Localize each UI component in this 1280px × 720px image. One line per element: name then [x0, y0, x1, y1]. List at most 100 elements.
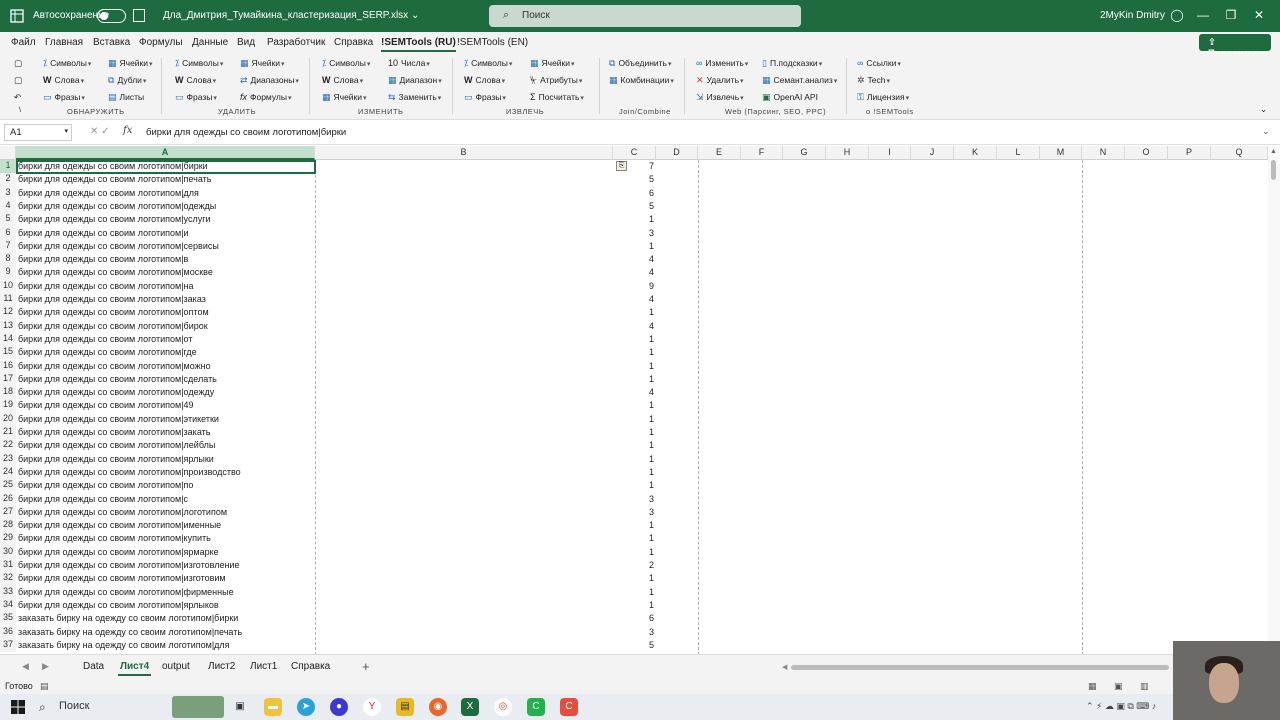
cell-c[interactable]: 1 — [614, 214, 654, 224]
save-icon[interactable] — [133, 9, 145, 22]
license-button[interactable]: ⚿ Лицензия▾ — [857, 92, 909, 103]
cell-c[interactable]: 1 — [614, 467, 654, 477]
change-numbers-button[interactable]: 10 Числа▾ — [388, 58, 430, 68]
tab-semtools-ru[interactable]: !SEMTools (RU) — [381, 37, 456, 52]
delete-ranges-button[interactable]: ⇄ Диапазоны▾ — [240, 75, 299, 86]
cell-a[interactable]: бирки для одежды со своим логотипом|моск… — [18, 267, 213, 277]
extract-attributes-button[interactable]: ⏧ Атрибуты▾ — [530, 75, 582, 86]
detect-duplicates-button[interactable]: ⧉ Дубли▾ — [108, 75, 146, 86]
formula-input[interactable]: бирки для одежды со своим логотипом|бирк… — [146, 127, 346, 138]
cell-a[interactable]: бирки для одежды со своим логотипом|имен… — [18, 520, 221, 530]
cell-a[interactable]: бирки для одежды со своим логотипом|ярлы… — [18, 600, 219, 610]
web-delete-button[interactable]: ✕ Удалить▾ — [696, 75, 744, 86]
cell-a[interactable]: бирки для одежды со своим логотипом|фирм… — [18, 587, 234, 597]
row-header[interactable]: 3 — [0, 186, 16, 200]
row-header[interactable]: 9 — [0, 266, 16, 280]
cell-c[interactable]: 1 — [614, 440, 654, 450]
cell-a[interactable]: заказать бирку на одежду со своим логоти… — [18, 640, 230, 650]
cell-c[interactable]: 1 — [614, 587, 654, 597]
cell-a[interactable]: бирки для одежды со своим логотипом|лого… — [18, 507, 227, 517]
extract-cells-button[interactable]: ▦ Ячейки▾ — [530, 58, 575, 69]
column-header-n[interactable]: N — [1082, 146, 1125, 160]
row-header[interactable]: 7 — [0, 239, 16, 254]
cell-c[interactable]: 4 — [614, 387, 654, 397]
cell-a[interactable]: бирки для одежды со своим логотипом|одеж… — [18, 387, 214, 397]
tab-formulas[interactable]: Формулы — [139, 37, 183, 48]
tab-developer[interactable]: Разработчик — [267, 37, 325, 48]
join-button[interactable]: ⧉ Объединить▾ — [609, 58, 671, 69]
cell-a[interactable]: бирки для одежды со своим логотипом|на — [18, 281, 194, 291]
delete-phrases-button[interactable]: ▭ Фразы▾ — [175, 92, 217, 103]
row-header[interactable]: 13 — [0, 319, 16, 333]
cell-a[interactable]: бирки для одежды со своим логотипом|изго… — [18, 573, 226, 583]
cell-c[interactable]: 1 — [614, 533, 654, 543]
app-icon[interactable]: ▤ — [396, 698, 414, 716]
column-header-m[interactable]: M — [1040, 146, 1082, 160]
row-header[interactable]: 15 — [0, 346, 16, 360]
scroll-thumb[interactable] — [1271, 160, 1276, 180]
cell-c[interactable]: 1 — [614, 414, 654, 424]
tab-insert[interactable]: Вставка — [93, 37, 130, 48]
vertical-scrollbar[interactable]: ▲ — [1268, 146, 1280, 654]
prev-sheet-icon[interactable]: ◀ — [22, 661, 29, 672]
task-view-icon[interactable]: ▣ — [231, 698, 249, 716]
sheet-tab-list1[interactable]: Лист1 — [250, 661, 277, 672]
file-explorer-icon[interactable]: ▬ — [264, 698, 282, 716]
checkbox-icon[interactable]: ▢ — [14, 75, 22, 86]
cell-a[interactable]: заказать бирку на одежду со своим логоти… — [18, 613, 238, 623]
row-header[interactable]: 10 — [0, 279, 16, 293]
cell-a[interactable]: бирки для одежды со своим логотипом|опто… — [18, 307, 209, 317]
cell-c[interactable]: 1 — [614, 454, 654, 464]
sheet-tab-list4[interactable]: Лист4 — [117, 661, 152, 676]
search-input[interactable]: ⌕ Поиск — [489, 5, 801, 27]
cell-a[interactable]: бирки для одежды со своим логотипом|услу… — [18, 214, 211, 224]
select-all-corner[interactable] — [0, 146, 16, 160]
sheet-tab-output[interactable]: output — [162, 661, 190, 672]
detect-phrases-button[interactable]: ▭ Фразы▾ — [43, 92, 85, 103]
row-header[interactable]: 24 — [0, 465, 16, 480]
cell-a[interactable]: бирки для одежды со своим логотипом|от — [18, 334, 192, 344]
extract-words-button[interactable]: W Слова▾ — [464, 75, 505, 85]
add-sheet-icon[interactable]: + — [362, 659, 370, 674]
firefox-icon[interactable]: ◉ — [429, 698, 447, 716]
row-header[interactable]: 19 — [0, 399, 16, 413]
cell-c[interactable]: 3 — [614, 228, 654, 238]
cell-c[interactable]: 3 — [614, 507, 654, 517]
cell-c[interactable]: 9 — [614, 281, 654, 291]
tab-view[interactable]: Вид — [237, 37, 255, 48]
cell-c[interactable]: 3 — [614, 494, 654, 504]
row-header[interactable]: 18 — [0, 386, 16, 400]
change-symbols-button[interactable]: ⁒ Символы▾ — [322, 58, 370, 69]
cell-c[interactable]: 6 — [614, 613, 654, 623]
row-header[interactable]: 17 — [0, 372, 16, 387]
next-sheet-icon[interactable]: ▶ — [42, 661, 49, 672]
user-name[interactable]: 2MyKin Dmitry — [1100, 10, 1165, 21]
scroll-left-icon[interactable]: ◀ — [782, 663, 787, 671]
row-header[interactable]: 35 — [0, 612, 16, 626]
cell-a[interactable]: бирки для одежды со своим логотипом|печа… — [18, 174, 211, 184]
column-header-c[interactable]: C — [613, 146, 656, 160]
cell-a[interactable]: бирки для одежды со своим логотипом|и — [18, 228, 189, 238]
change-cells-button[interactable]: ▦ Ячейки▾ — [322, 92, 367, 103]
search-suggestions-button[interactable]: ▯ П.подсказки▾ — [762, 58, 822, 69]
row-header[interactable]: 1 — [0, 160, 16, 174]
spreadsheet-grid[interactable]: A B C D E F G H I J K L M N O P Q 1 бирки для одежды со св… — [0, 146, 1268, 654]
paste-options-icon[interactable]: ⎘ — [616, 161, 627, 171]
page-break-icon[interactable]: ▥ — [1140, 681, 1149, 692]
cell-c[interactable]: 6 — [614, 188, 654, 198]
page-layout-icon[interactable]: ▣ — [1114, 681, 1123, 692]
app-icon[interactable]: C — [527, 698, 545, 716]
row-header[interactable]: 21 — [0, 426, 16, 440]
cell-c[interactable]: 1 — [614, 334, 654, 344]
row-header[interactable]: 8 — [0, 253, 16, 267]
column-header-j[interactable]: J — [911, 146, 954, 160]
cell-a[interactable]: бирки для одежды со своим логотипом|прои… — [18, 467, 241, 477]
excel-app-icon[interactable] — [10, 9, 24, 23]
horizontal-scrollbar[interactable] — [791, 665, 1169, 670]
row-header[interactable]: 6 — [0, 226, 16, 240]
row-header[interactable]: 16 — [0, 359, 16, 373]
cell-c[interactable]: 5 — [614, 201, 654, 211]
cell-c[interactable]: 1 — [614, 241, 654, 251]
cell-c[interactable]: 5 — [614, 174, 654, 184]
row-header[interactable]: 29 — [0, 532, 16, 546]
